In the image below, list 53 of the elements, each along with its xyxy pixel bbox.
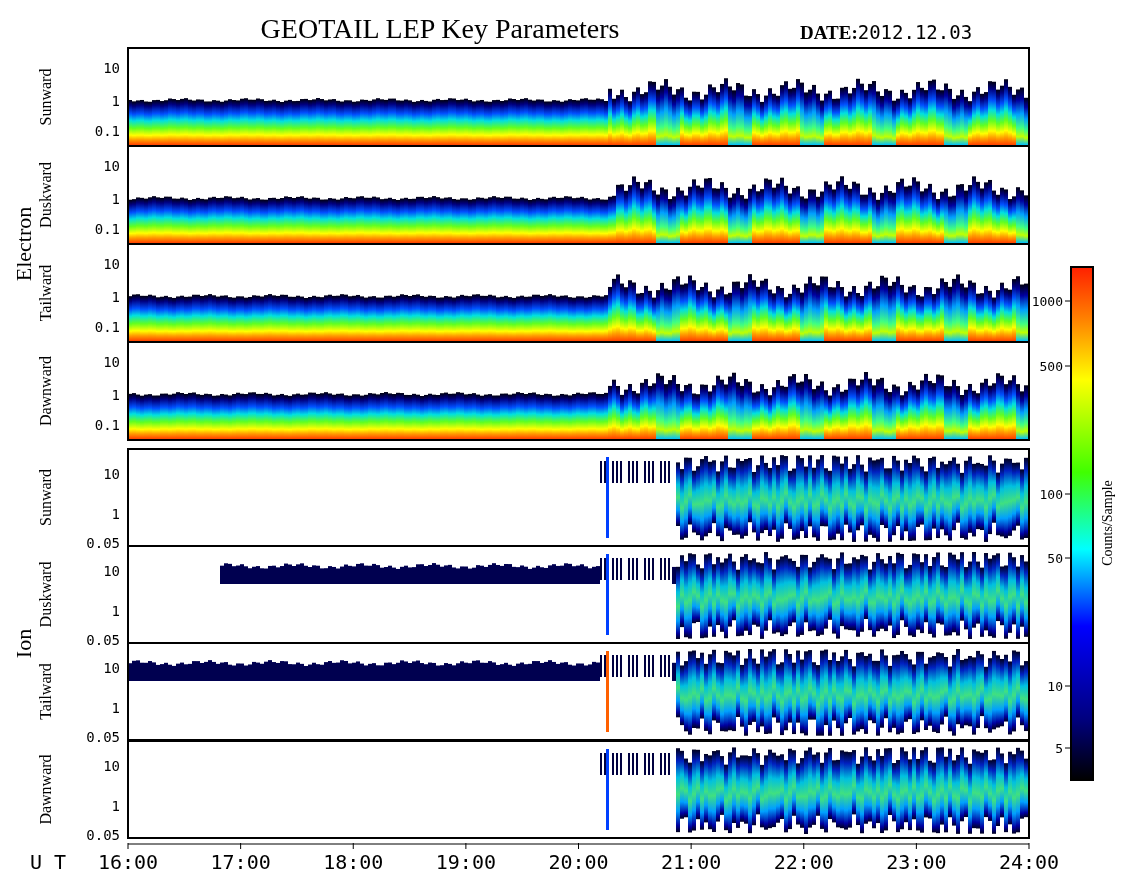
axis-tick-label: 10 — [103, 60, 120, 76]
colorbar-label: Counts/Sample — [1100, 480, 1115, 566]
axis-tick-label: 1 — [111, 798, 120, 814]
colorbar-tick-label: 5 — [1055, 741, 1063, 756]
axis-tick-label: 10 — [103, 758, 120, 774]
panel-label: Sunward — [37, 469, 54, 526]
panel-label: Tailward — [37, 663, 54, 720]
axis-tick-label: 21:00 — [661, 850, 722, 874]
axis-tick-label: 1 — [111, 289, 120, 305]
axis-tick-label: 0.05 — [86, 827, 120, 843]
panel-label: Sunward — [37, 68, 54, 126]
panel-label: Dawnward — [37, 754, 54, 825]
axis-tick-label: 1 — [111, 191, 120, 207]
axis-tick-label: 0.1 — [94, 417, 120, 433]
axis-tick-label: 0.05 — [86, 632, 120, 648]
colorbar-tick-label: 500 — [1039, 359, 1063, 374]
axis-tick-label: 0.1 — [94, 319, 120, 335]
axis-tick-label: 24:00 — [998, 850, 1060, 874]
axis-tick-label: 0.05 — [86, 729, 120, 745]
axis-tick-label: 10 — [103, 466, 120, 482]
panel-label: Duskward — [37, 162, 54, 228]
colorbar-tick-label: 10 — [1047, 679, 1063, 694]
colorbar-tick-label: 50 — [1047, 551, 1063, 566]
axis-tick-label: 1 — [111, 93, 120, 109]
axis-label: U T — [30, 850, 67, 874]
axis-tick-label: 10 — [103, 563, 120, 579]
axis-tick-label: 23:00 — [886, 850, 947, 874]
axis-tick-label: 22:00 — [773, 850, 834, 874]
axis-tick-label: 10 — [103, 256, 120, 272]
panel-label: Dawnward — [37, 355, 54, 427]
axis-tick-label: 0.05 — [86, 535, 120, 551]
group-label: Electron — [11, 206, 36, 282]
axis-tick-label: 10 — [103, 354, 120, 370]
colorbar-tick-label: 100 — [1039, 487, 1063, 502]
axis-tick-label: 1 — [111, 506, 120, 522]
axis-tick-label: 19:00 — [435, 850, 496, 874]
group-label: Ion — [11, 628, 36, 659]
axis-tick-label: 10 — [103, 158, 120, 174]
axis-tick-label: 10 — [103, 660, 120, 676]
date-label: DATE:2012.12.03 — [800, 21, 973, 43]
axis-tick-label: 16:00 — [97, 850, 159, 874]
chart-title: GEOTAIL LEP Key Parameters — [260, 13, 620, 44]
axis-tick-label: 1 — [111, 700, 120, 716]
axis-tick-label: 0.1 — [94, 221, 120, 237]
panel-label: Tailward — [37, 264, 54, 322]
panel-label: Duskward — [37, 561, 54, 628]
axis-tick-label: 1 — [111, 387, 120, 403]
colorbar-tick-label: 1000 — [1031, 294, 1063, 309]
axis-tick-label: 1 — [111, 603, 120, 619]
axis-tick-label: 18:00 — [323, 850, 384, 874]
axis-tick-label: 17:00 — [210, 850, 271, 874]
axis-tick-label: 0.1 — [94, 123, 120, 139]
axis-tick-label: 20:00 — [548, 850, 609, 874]
